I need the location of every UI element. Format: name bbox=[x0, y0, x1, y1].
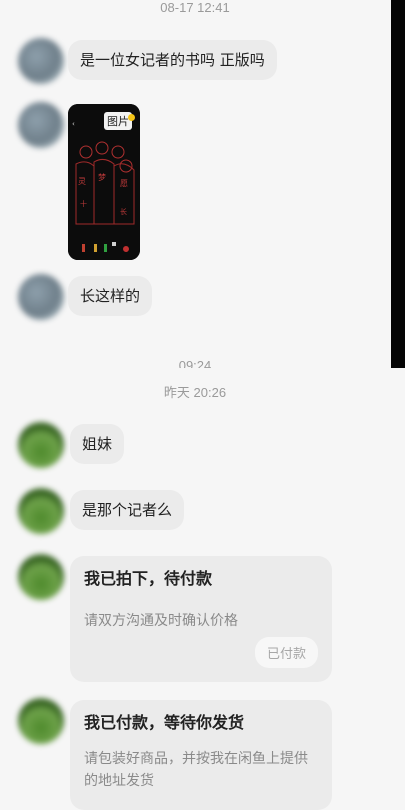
order-status-card[interactable]: 我已拍下，待付款 请双方沟通及时确认价格 已付款 bbox=[70, 556, 332, 682]
svg-text:十: 十 bbox=[80, 199, 87, 208]
order-status-card[interactable]: 我已付款，等待你发货 请包装好商品，并按我在闲鱼上提供的地址发货 bbox=[70, 700, 332, 810]
message-bubble: 长这样的 bbox=[68, 276, 153, 316]
paid-button[interactable]: 已付款 bbox=[254, 637, 318, 668]
svg-text:长: 长 bbox=[120, 207, 127, 216]
badge-dot-icon bbox=[128, 114, 135, 121]
card-subtitle: 请双方沟通及时确认价格 bbox=[84, 613, 238, 629]
avatar[interactable] bbox=[18, 488, 64, 534]
svg-text:梦: 梦 bbox=[98, 173, 106, 182]
timestamp: 昨天 20:26 bbox=[163, 385, 227, 400]
message-bubble: 是一位女记者的书吗 正版吗 bbox=[68, 40, 277, 80]
svg-text:愿: 愿 bbox=[120, 179, 128, 188]
message-bubble: 是那个记者么 bbox=[70, 490, 185, 530]
avatar[interactable] bbox=[18, 38, 64, 84]
timestamp: 08-17 12:41 bbox=[160, 0, 230, 15]
scrollbar[interactable] bbox=[391, 0, 405, 368]
card-title: 我已付款，等待你发货 bbox=[84, 713, 245, 732]
avatar[interactable] bbox=[18, 102, 64, 148]
message-bubble: 姐妹 bbox=[70, 424, 125, 464]
image-message[interactable]: ‹ 灵 梦 愿 十 长 图片 bbox=[68, 104, 140, 260]
card-subtitle: 请包装好商品，并按我在闲鱼上提供的地址发货 bbox=[84, 751, 308, 789]
avatar[interactable] bbox=[18, 274, 64, 320]
card-title: 我已拍下，待付款 bbox=[84, 569, 213, 588]
svg-text:灵: 灵 bbox=[78, 177, 86, 186]
timestamp: 09:24 bbox=[178, 358, 212, 368]
svg-text:‹: ‹ bbox=[72, 120, 75, 128]
avatar[interactable] bbox=[18, 554, 64, 600]
avatar[interactable] bbox=[18, 698, 64, 744]
avatar[interactable] bbox=[18, 422, 64, 468]
